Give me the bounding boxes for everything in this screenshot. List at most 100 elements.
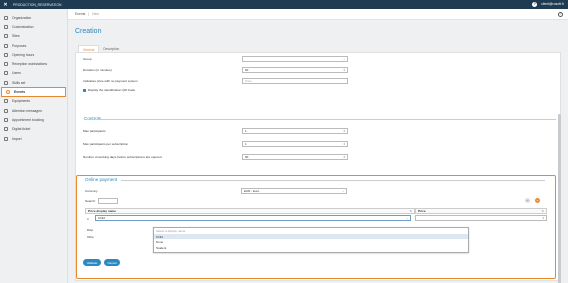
breadcrumb-events[interactable]: Events xyxy=(75,12,85,16)
row-label-partial-2: Othe xyxy=(87,235,94,239)
online-payment-divider xyxy=(121,180,545,181)
duration-value: 60 xyxy=(245,68,249,72)
building-icon xyxy=(4,15,8,20)
sidebar-item-organization[interactable]: Organization xyxy=(0,13,67,22)
search-label: Search: xyxy=(85,199,96,203)
price-input[interactable]: Price xyxy=(242,78,348,84)
display-qr-checkbox[interactable]: Display the identification QR Code xyxy=(83,88,135,92)
remove-row-button[interactable]: − xyxy=(525,198,530,203)
price-display-name-dropdown: Select a display name Child None Student xyxy=(153,227,469,253)
calendar-icon xyxy=(4,117,8,122)
sidebar-item-label: Import xyxy=(12,136,22,141)
dropdown-option[interactable]: Student xyxy=(154,245,468,251)
validate-button[interactable]: Validate xyxy=(83,259,101,266)
sidebar-item-skills-set[interactable]: Skills set xyxy=(0,78,67,87)
tab-general[interactable]: General xyxy=(78,45,100,52)
indicative-price-label: Indicative price with no payment system xyxy=(83,79,138,83)
sidebar-item-label: Appointment booking xyxy=(12,117,44,122)
scrollbar[interactable] xyxy=(558,114,561,283)
sidebar-item-reception-workstations[interactable]: Reception workstations xyxy=(0,59,67,68)
duration-input[interactable]: 60 ⇕ xyxy=(242,67,348,73)
stepper-icon[interactable]: ⇕ xyxy=(343,142,346,146)
working-days-input[interactable]: 60 ⇕ xyxy=(242,154,348,160)
sidebar: Organization Customization Sites Purpose… xyxy=(0,9,68,283)
price-placeholder: Price xyxy=(245,79,252,83)
sidebar-item-sites[interactable]: Sites xyxy=(0,32,67,41)
sidebar-item-label: Skills set xyxy=(12,80,26,85)
sidebar-item-label: Equipments xyxy=(12,99,30,104)
breadcrumb: Events | New ? xyxy=(68,9,568,20)
duration-label: Duration (in minutes) xyxy=(83,68,112,72)
top-right-area: ? client@rosoft.fr xyxy=(532,1,564,7)
price-row-input[interactable]: ⇕ xyxy=(415,215,547,221)
stepper-icon[interactable]: ⇕ xyxy=(542,216,545,220)
chevron-down-icon: ⌄ xyxy=(342,57,346,61)
stepper-icon[interactable]: ⇕ xyxy=(343,155,346,159)
display-qr-label: Display the identification QR Code xyxy=(88,88,136,92)
sidebar-item-customization[interactable]: Customization xyxy=(0,22,67,31)
sidebar-item-opening-hours[interactable]: Opening hours xyxy=(0,50,67,59)
row-expand-icon[interactable]: ● xyxy=(87,217,89,221)
sidebar-item-label: Customization xyxy=(12,24,34,29)
event-icon xyxy=(6,90,10,95)
currency-value: EUR - Euro xyxy=(244,189,260,193)
max-participants-input[interactable]: 1 ⇕ xyxy=(242,128,348,134)
controls-divider xyxy=(100,118,556,119)
column-header-price[interactable]: Price ⇅ xyxy=(415,208,547,214)
list-icon xyxy=(4,43,8,48)
sidebar-item-users[interactable]: Users xyxy=(0,69,67,78)
equipment-icon xyxy=(4,99,8,104)
checkbox-checked-icon[interactable] xyxy=(83,88,86,92)
sidebar-item-label: Events xyxy=(14,90,26,95)
sidebar-item-label: Users xyxy=(12,71,21,76)
sidebar-item-label: Sites xyxy=(12,34,20,39)
app-name: PRODUCTION_RESERVATION xyxy=(13,2,62,7)
clock-icon xyxy=(4,52,8,57)
add-row-button[interactable]: + xyxy=(535,198,540,203)
search-input[interactable] xyxy=(98,198,118,204)
max-per-subscription-value: 1 xyxy=(245,142,247,146)
cancel-button[interactable]: Cancel xyxy=(104,259,120,266)
group-select[interactable]: ⌄ xyxy=(242,56,348,62)
stepper-icon[interactable]: ⇕ xyxy=(343,129,346,133)
user-menu[interactable]: client@rosoft.fr xyxy=(541,2,564,6)
sidebar-item-digital-ticket[interactable]: Digital ticket xyxy=(0,125,67,134)
row-label-partial: Disp xyxy=(87,228,94,232)
tab-bar: General Description xyxy=(78,45,123,52)
main-content: Creation General Description Group ⌄ Dur… xyxy=(68,20,568,283)
desk-icon xyxy=(4,62,8,67)
help-menu-icon[interactable]: ? xyxy=(532,1,538,7)
sidebar-item-attention-messages[interactable]: Attention messages xyxy=(0,106,67,115)
chevron-down-icon: ⌄ xyxy=(405,216,409,220)
sidebar-item-equipments[interactable]: Equipments xyxy=(0,97,67,106)
currency-select[interactable]: EUR - Euro ⌄ xyxy=(241,188,347,194)
sidebar-item-label: Attention messages xyxy=(12,108,42,113)
help-icon[interactable]: ? xyxy=(558,11,563,17)
page-title: Creation xyxy=(75,28,102,35)
max-per-subscription-label: Max participants per subscription xyxy=(83,142,129,146)
sort-icon[interactable]: ⇅ xyxy=(541,209,544,213)
sidebar-item-purposes[interactable]: Purposes xyxy=(0,41,67,50)
breadcrumb-current: New xyxy=(92,12,100,16)
stepper-icon[interactable]: ⇕ xyxy=(343,68,346,72)
tab-description[interactable]: Description xyxy=(99,45,123,52)
sidebar-item-events[interactable]: Events xyxy=(1,87,66,97)
controls-title: Controls xyxy=(84,116,102,121)
upload-icon xyxy=(4,136,8,141)
price-display-name-value: Child xyxy=(98,216,105,220)
chevron-down-icon: ⌄ xyxy=(341,189,345,193)
sidebar-item-label: Opening hours xyxy=(12,52,35,57)
max-participants-value: 1 xyxy=(245,129,247,133)
price-display-name-select[interactable]: Child ⌄ xyxy=(95,215,411,221)
column-header-price-display-name[interactable]: Price display name ⇅ xyxy=(85,208,415,214)
app-logo-icon[interactable]: ✕ xyxy=(2,1,9,8)
sort-icon[interactable]: ⇅ xyxy=(409,209,412,213)
sidebar-item-appointment-booking[interactable]: Appointment booking xyxy=(0,115,67,124)
site-icon xyxy=(4,34,8,39)
max-per-subscription-input[interactable]: 1 ⇕ xyxy=(242,141,348,147)
sidebar-item-label: Digital ticket xyxy=(12,127,31,132)
online-payment-title: Online payment xyxy=(85,177,118,182)
paint-icon xyxy=(4,24,8,29)
sidebar-item-import[interactable]: Import xyxy=(0,134,67,143)
group-label: Group xyxy=(83,57,92,61)
